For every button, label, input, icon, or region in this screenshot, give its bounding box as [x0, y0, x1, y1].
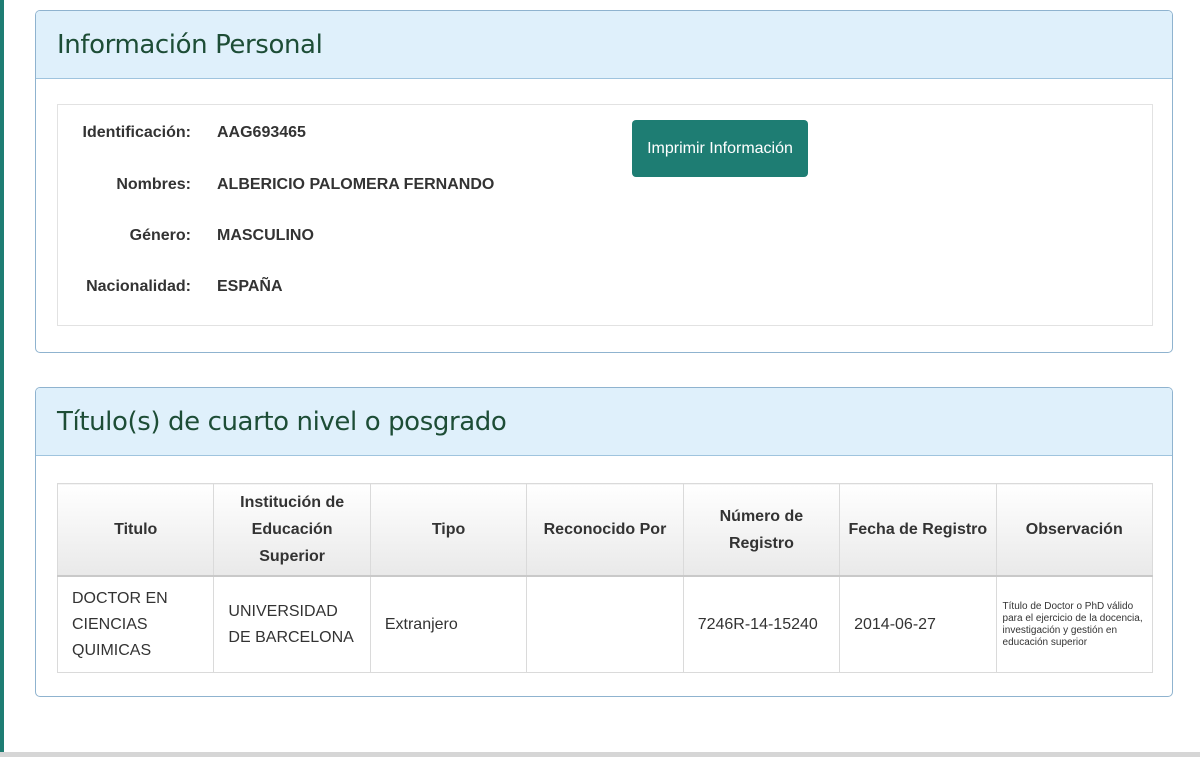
cell-observacion: Título de Doctor o PhD válido para el ej…: [995, 575, 1154, 673]
info-row-identification: Identificación: AAG693465: [58, 121, 306, 145]
col-header-institucion: Institución de Educación Superior: [213, 483, 371, 577]
col-header-numero: Número de Registro: [682, 483, 841, 577]
info-row-names: Nombres: ALBERICIO PALOMERA FERNANDO: [58, 173, 494, 197]
cell-institucion: UNIVERSIDAD DE BARCELONA: [213, 575, 371, 673]
bottom-rule: [0, 752, 1200, 757]
gender-label: Género:: [129, 227, 191, 244]
print-info-button[interactable]: Imprimir Información: [632, 120, 808, 177]
cell-titulo: DOCTOR EN CIENCIAS QUIMICAS: [56, 575, 215, 673]
degrees-heading: Título(s) de cuarto nivel o posgrado: [36, 388, 1172, 456]
personal-info-panel: Información Personal Identificación: AAG…: [35, 10, 1173, 353]
table-row: DOCTOR EN CIENCIAS QUIMICAS UNIVERSIDAD …: [56, 575, 1154, 673]
gender-value: MASCULINO: [217, 227, 314, 244]
names-value: ALBERICIO PALOMERA FERNANDO: [217, 176, 495, 193]
left-accent-rule: [0, 0, 4, 757]
identification-label: Identificación:: [82, 124, 191, 141]
names-label: Nombres:: [116, 176, 191, 193]
col-header-reconocido: Reconocido Por: [526, 483, 684, 577]
nationality-value: ESPAÑA: [217, 278, 283, 295]
identification-value: AAG693465: [217, 124, 306, 141]
col-header-titulo: Titulo: [56, 483, 215, 577]
postgraduate-degrees-panel: Título(s) de cuarto nivel o posgrado Tit…: [35, 387, 1173, 697]
col-header-fecha: Fecha de Registro: [839, 483, 997, 577]
personal-info-heading: Información Personal: [36, 11, 1172, 79]
degrees-table: Titulo Institución de Educación Superior…: [56, 483, 1154, 673]
nationality-label: Nacionalidad:: [86, 278, 191, 295]
col-header-tipo: Tipo: [369, 483, 528, 577]
cell-tipo: Extranjero: [369, 575, 528, 673]
info-row-nationality: Nacionalidad: ESPAÑA: [58, 275, 282, 299]
personal-info-title: Información Personal: [57, 29, 323, 60]
degrees-title: Título(s) de cuarto nivel o posgrado: [57, 406, 507, 437]
table-header-row: Titulo Institución de Educación Superior…: [56, 483, 1154, 577]
personal-info-well: Identificación: AAG693465 Nombres: ALBER…: [57, 104, 1153, 326]
cell-fecha: 2014-06-27: [839, 575, 997, 673]
cell-numero: 7246R-14-15240: [682, 575, 841, 673]
col-header-observacion: Observación: [995, 483, 1154, 577]
cell-reconocido: [526, 575, 684, 673]
info-row-gender: Género: MASCULINO: [58, 224, 314, 248]
